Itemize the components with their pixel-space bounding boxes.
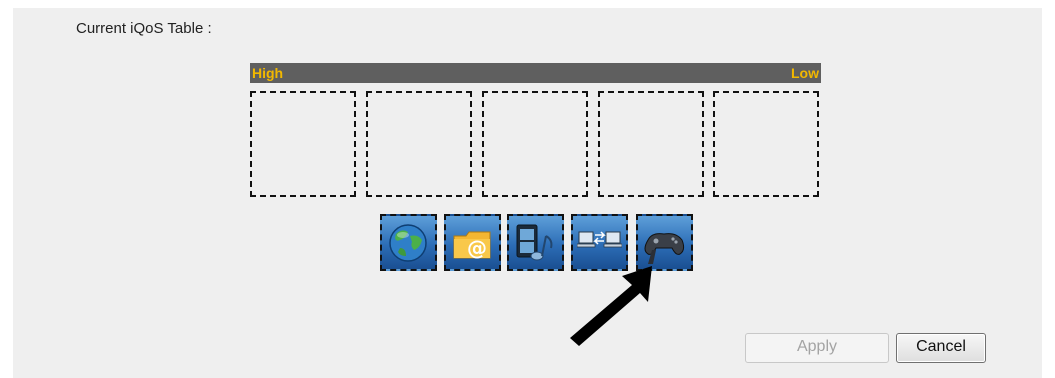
priority-slot-1[interactable] [250, 91, 356, 197]
table-title: Current iQoS Table : [76, 20, 212, 37]
low-priority-label: Low [791, 65, 819, 81]
web-browsing-app[interactable] [380, 214, 437, 271]
film-music-icon [516, 224, 553, 261]
priority-slot-4[interactable] [598, 91, 704, 197]
computers-transfer-icon [577, 231, 622, 248]
pointer-arrow-icon [570, 266, 652, 346]
apply-button[interactable]: Apply [745, 333, 889, 363]
email-app[interactable]: @ [444, 214, 501, 271]
media-app[interactable] [507, 214, 564, 271]
priority-slot-3[interactable] [482, 91, 588, 197]
svg-text:@: @ [467, 236, 487, 260]
cancel-button[interactable]: Cancel [896, 333, 986, 363]
email-folder-icon: @ [453, 231, 491, 260]
priority-bar: High Low [250, 63, 821, 83]
high-priority-label: High [252, 65, 284, 81]
priority-slot-5[interactable] [713, 91, 819, 197]
priority-slot-2[interactable] [366, 91, 472, 197]
gamepad-icon [644, 233, 685, 264]
online-gaming-app[interactable] [636, 214, 693, 271]
file-transfer-app[interactable] [571, 214, 628, 271]
globe-icon [389, 224, 427, 262]
